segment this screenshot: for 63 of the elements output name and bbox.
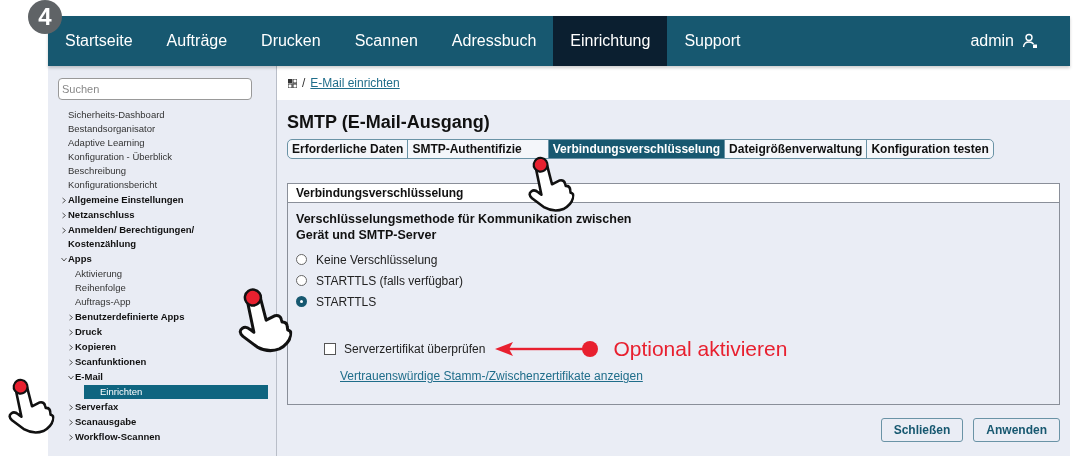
radio-option[interactable]: Keine Verschlüsselung — [296, 249, 1051, 270]
menu-item[interactable]: Netzanschluss — [61, 208, 135, 222]
menu-item[interactable]: Auftrags-App — [75, 295, 131, 309]
menu-item[interactable]: Allgemeine Einstellungen — [61, 193, 184, 207]
nav-tab[interactable]: Drucken — [261, 33, 321, 49]
menu-item[interactable]: Adaptive Learning — [68, 136, 145, 150]
menu-item[interactable]: Anmelden/ Berechtigungen/ Kostenzählung — [61, 223, 198, 251]
chevron-right-icon[interactable] — [61, 197, 67, 204]
user-name[interactable]: admin — [970, 32, 1014, 50]
menu-item[interactable]: Apps — [61, 252, 92, 266]
panel-title: Verbindungsverschlüsselung — [288, 184, 1059, 203]
menu-item[interactable]: Konfigurationsbericht — [68, 178, 158, 192]
selected-menu-item[interactable]: Einrichten — [84, 385, 268, 399]
chevron-down-icon[interactable] — [61, 256, 67, 263]
action-button[interactable]: Anwenden — [973, 418, 1060, 442]
chevron-right-icon[interactable] — [61, 212, 67, 219]
step-number-badge: 4 — [28, 0, 62, 34]
menu-item[interactable]: Serverfax — [68, 400, 119, 414]
chevron-right-icon[interactable] — [68, 434, 74, 441]
question-text: Verschlüsselungsmethode für Kommunikation zwischen Gerät und SMTP-Server — [296, 211, 633, 243]
breadcrumb-separator: / — [302, 76, 306, 90]
nav-tab[interactable]: Einrichtung — [553, 16, 668, 66]
tab[interactable]: Konfiguration testen — [866, 140, 993, 158]
nav-tab[interactable]: Aufträge — [166, 33, 228, 49]
menu-item[interactable]: Beschreibung — [68, 164, 127, 178]
breadcrumb-link[interactable]: E-Mail einrichten — [310, 76, 400, 90]
page-title: SMTP (E-Mail-Ausgang) — [287, 111, 491, 134]
chevron-right-icon[interactable] — [68, 329, 74, 336]
nav-tab[interactable]: Adressbuch — [451, 33, 537, 49]
menu-item[interactable]: Druck — [68, 325, 102, 339]
action-button[interactable]: Schließen — [880, 418, 964, 442]
annotation-text: Optional aktivieren — [613, 337, 788, 361]
checkbox-option[interactable]: Serverzertifikat überprüfen — [324, 342, 486, 356]
menu-item[interactable]: Benutzerdefinierte Apps — [68, 310, 185, 324]
menu-item[interactable]: Scanausgabe — [68, 415, 137, 429]
chevron-right-icon[interactable] — [61, 227, 67, 234]
chevron-down-icon[interactable] — [68, 374, 74, 381]
radio-option[interactable]: STARTTLS (falls verfügbar) — [296, 270, 1051, 291]
certificates-link[interactable]: Vertrauenswürdige Stamm-/Zwischenzertifikate anzeigen — [340, 369, 1051, 383]
tab[interactable]: Erforderliche Daten — [288, 140, 408, 158]
nav-tab[interactable]: Support — [684, 33, 741, 49]
grid-icon[interactable] — [288, 78, 297, 88]
user-icon[interactable] — [1022, 33, 1038, 49]
tab[interactable]: Dateigrößenverwaltung — [724, 140, 867, 158]
menu-item[interactable]: E-Mail — [68, 370, 103, 384]
menu-item[interactable]: Scanfunktionen — [68, 355, 147, 369]
chevron-right-icon[interactable] — [68, 404, 74, 411]
chevron-right-icon[interactable] — [68, 314, 74, 321]
nav-tab[interactable]: Scannen — [354, 33, 418, 49]
search-field[interactable]: Suchen — [58, 78, 252, 100]
menu-item[interactable]: Aktivierung — [75, 267, 122, 281]
menu-item[interactable]: Konfiguration - Überblick — [68, 150, 173, 164]
chevron-right-icon[interactable] — [68, 359, 74, 366]
menu-item[interactable]: Sicherheits-Dashboard — [68, 108, 165, 122]
menu-item[interactable]: Kopieren — [68, 340, 117, 354]
radio-option[interactable]: STARTTLS — [296, 291, 1051, 312]
nav-tab[interactable]: Startseite — [65, 33, 133, 49]
menu-item[interactable]: Workflow-Scannen — [68, 430, 161, 444]
chevron-right-icon[interactable] — [68, 344, 74, 351]
tab[interactable]: Verbindungsverschlüsselung — [547, 140, 725, 158]
chevron-right-icon[interactable] — [68, 419, 74, 426]
menu-item[interactable]: Reihenfolge — [75, 281, 126, 295]
menu-item[interactable]: Bestandsorganisator — [68, 122, 156, 136]
